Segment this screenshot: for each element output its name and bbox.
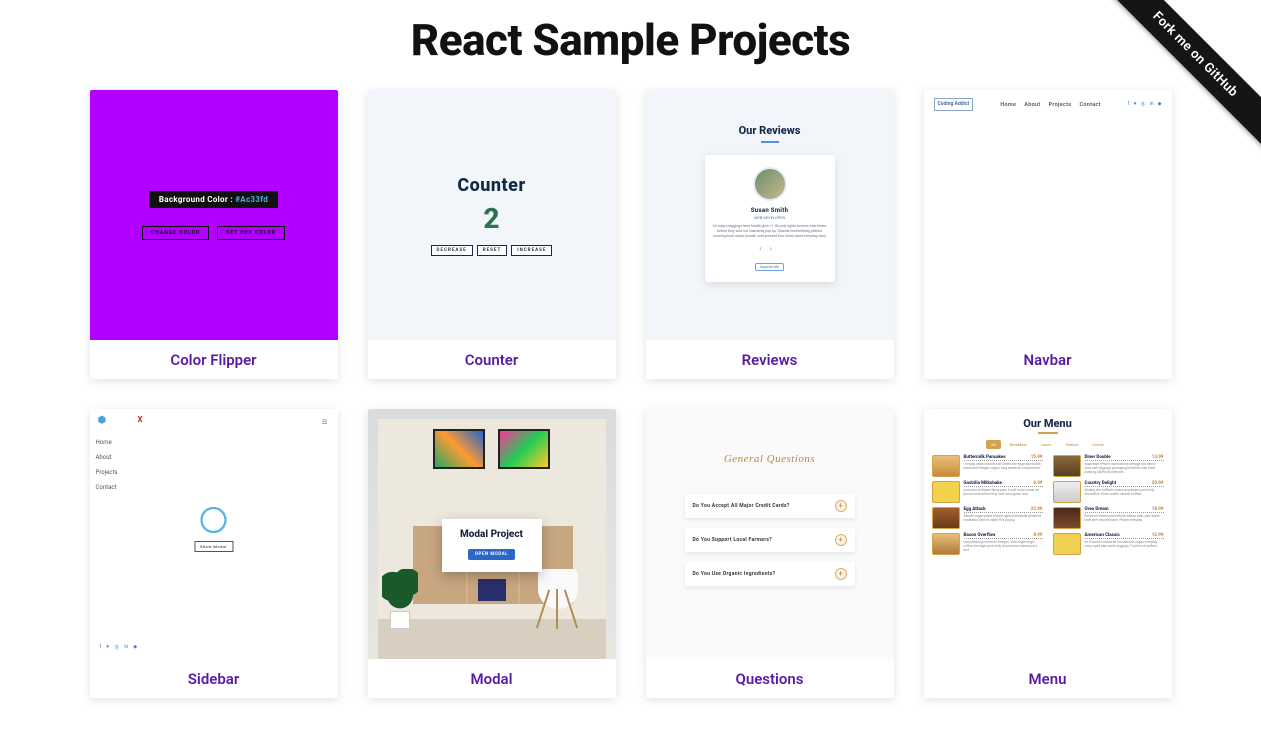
review-nav-icons: ‹›	[713, 244, 827, 253]
project-card-sidebar[interactable]: ⬢ X ≡ Home About Projects Contact Show M…	[90, 409, 338, 698]
reviews-heading: Our Reviews	[739, 124, 801, 137]
project-card-menu[interactable]: Our Menu All Breakfast Lunch Shakes Dinn…	[924, 409, 1172, 698]
card-label: Sidebar	[90, 659, 338, 698]
card-label: Reviews	[646, 340, 894, 379]
cf-change-btn: CHANGE COLOR	[142, 226, 209, 240]
review-name: Susan Smith	[713, 207, 827, 214]
question-item: Do You Use Organic Ingredients? +	[685, 562, 855, 586]
sketch-icon: ◆	[1158, 101, 1162, 108]
wall-art-icon	[433, 429, 485, 469]
thumb-menu: Our Menu All Breakfast Lunch Shakes Dinn…	[924, 409, 1172, 659]
questions-heading: General Questions	[724, 453, 815, 465]
project-card-reviews[interactable]: Our Reviews Susan Smith WEB DEVELOPER I'…	[646, 90, 894, 379]
thumb-sidebar: ⬢ X ≡ Home About Projects Contact Show M…	[90, 409, 338, 659]
linkedin-icon: in	[1150, 101, 1154, 108]
card-label: Modal	[368, 659, 616, 698]
modal-title: Modal Project	[450, 529, 534, 540]
menu-filters: All Breakfast Lunch Shakes Dinner	[932, 440, 1164, 449]
avatar	[753, 167, 787, 201]
sidebar-logo-icon: ⬢	[98, 415, 107, 426]
facebook-icon: f	[1128, 101, 1130, 108]
counter-dec: DECREASE	[431, 245, 473, 256]
review-role: WEB DEVELOPER	[713, 215, 827, 220]
chair-icon	[538, 559, 586, 629]
thumb-questions: General Questions Do You Accept All Majo…	[646, 409, 894, 659]
show-modal-btn: Show Modal	[194, 541, 233, 552]
question-item: Do You Accept All Major Credit Cards? +	[685, 494, 855, 518]
thumb-reviews: Our Reviews Susan Smith WEB DEVELOPER I'…	[646, 90, 894, 340]
plant-icon	[382, 569, 418, 629]
close-icon: X	[138, 415, 143, 424]
card-label: Navbar	[924, 340, 1172, 379]
navbar-social-icons: f ♥ Ⓑin ◆	[1128, 101, 1162, 108]
thumb-color-flipper: Background Color : #Ac33fd CHANGE COLOR …	[90, 90, 338, 340]
cf-color-label: Background Color : #Ac33fd	[149, 191, 278, 208]
behance-icon: Ⓑ	[1141, 101, 1146, 108]
hamburger-icon: ≡	[322, 417, 328, 428]
navbar-logo: Coding Addict	[934, 98, 974, 111]
review-card: Susan Smith WEB DEVELOPER I'm baby meggi…	[705, 155, 835, 282]
open-modal-btn: OPEN MODAL	[468, 549, 515, 560]
surprise-btn: Surprise Me	[755, 263, 784, 271]
review-text: I'm baby meggings twee health goth +1. B…	[713, 224, 827, 239]
question-item: Do You Support Local Farmers? +	[685, 528, 855, 552]
sidebar-menu: Home About Projects Contact	[96, 439, 118, 491]
project-card-counter[interactable]: Counter 2 DECREASE RESET INCREASE Counte…	[368, 90, 616, 379]
counter-value: 2	[483, 202, 499, 235]
thumb-modal: Modal Project OPEN MODAL	[368, 409, 616, 659]
expand-icon: +	[835, 568, 847, 580]
project-card-questions[interactable]: General Questions Do You Accept All Majo…	[646, 409, 894, 698]
modal-dialog: Modal Project OPEN MODAL	[442, 519, 542, 572]
twitter-icon: ♥	[1134, 101, 1137, 108]
card-label: Questions	[646, 659, 894, 698]
project-card-modal[interactable]: Modal Project OPEN MODAL Modal	[368, 409, 616, 698]
project-card-navbar[interactable]: Coding Addict Home About Projects Contac…	[924, 90, 1172, 379]
counter-inc: INCREASE	[511, 245, 552, 256]
thumb-counter: Counter 2 DECREASE RESET INCREASE	[368, 90, 616, 340]
card-label: Counter	[368, 340, 616, 379]
page-title: React Sample Projects	[0, 0, 1261, 90]
expand-icon: +	[835, 500, 847, 512]
menu-heading: Our Menu	[932, 417, 1164, 430]
expand-icon: +	[835, 534, 847, 546]
navbar-links: Home About Projects Contact	[1000, 102, 1101, 108]
react-logo-icon	[200, 507, 226, 533]
thumb-navbar: Coding Addict Home About Projects Contac…	[924, 90, 1172, 340]
card-label: Menu	[924, 659, 1172, 698]
project-card-color-flipper[interactable]: Background Color : #Ac33fd CHANGE COLOR …	[90, 90, 338, 379]
sidebar-social-icons: f♥Ⓑin◆	[100, 644, 138, 651]
cf-hex-btn: SET HEX COLOR	[217, 226, 285, 240]
counter-reset: RESET	[477, 245, 508, 256]
card-label: Color Flipper	[90, 340, 338, 379]
counter-title: Counter	[457, 175, 525, 196]
menu-grid: Buttermilk Pancakes15.99I'm baby woke ml…	[932, 455, 1164, 555]
projects-grid: Background Color : #Ac33fd CHANGE COLOR …	[0, 90, 1261, 698]
wall-art-icon	[498, 429, 550, 469]
